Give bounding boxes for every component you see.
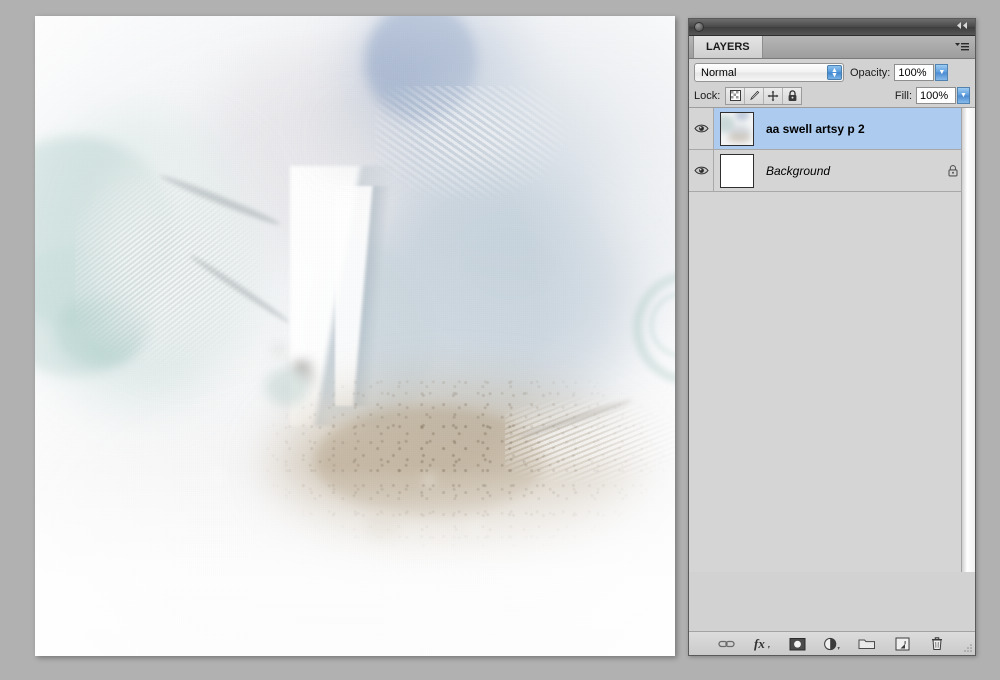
lock-transparent-pixels-button[interactable] [726,87,746,104]
padlock-icon [788,89,797,101]
trash-icon [932,637,942,650]
blend-mode-stepper-icon[interactable]: ▲ ▼ [827,65,842,80]
layer-name[interactable]: aa swell artsy p 2 [766,122,865,136]
lock-button-group [725,86,803,105]
blend-mode-value: Normal [701,66,737,79]
layers-bottom-toolbar: fx [689,631,975,655]
new-layer-button[interactable] [893,635,911,653]
blend-mode-row: Normal ▲ ▼ Opacity: 100% ▼ [689,59,975,84]
svg-text:fx: fx [754,636,765,651]
eye-icon [693,124,709,133]
padlock-icon [948,164,958,176]
new-group-button[interactable] [858,635,876,653]
half-circle-icon [824,637,840,650]
fx-icon: fx [754,636,770,651]
panel-menu-icon[interactable] [954,41,970,53]
layers-scrollbar[interactable] [961,108,975,572]
document-window[interactable] [35,16,675,656]
lock-label: Lock: [694,89,721,102]
delete-layer-button[interactable] [928,635,946,653]
fill-label: Fill: [894,89,912,102]
collapse-panel-icon[interactable] [955,21,969,30]
layers-list[interactable]: aa swell artsy p 2 Background [689,108,975,572]
fill-input[interactable]: 100% [916,87,956,104]
panel-menu-glyph [955,43,969,51]
opacity-label: Opacity: [850,66,891,79]
add-layer-mask-button[interactable] [788,635,806,653]
double-chevron-left-icon [957,22,967,29]
folder-icon [858,639,875,649]
blend-mode-select[interactable]: Normal ▲ ▼ [694,63,844,82]
link-icon [718,640,735,647]
mask-icon [789,637,805,650]
eye-icon [693,166,709,175]
white-thumbnail[interactable] [720,153,754,188]
panel-titlebar[interactable] [689,19,975,36]
document-canvas[interactable] [35,16,675,656]
tab-layers-label: LAYERS [706,41,750,53]
table-row[interactable]: aa swell artsy p 2 [689,108,975,150]
lock-position-button[interactable] [764,87,784,104]
lock-image-pixels-button[interactable] [745,87,765,104]
move-icon [767,90,779,101]
close-dot-icon[interactable] [694,22,704,32]
resize-grip-glyph [964,644,972,652]
layer-name[interactable]: Background [766,164,830,178]
lock-row: Lock: Fill: 100% ▼ [689,84,975,108]
app-root: LAYERS Normal ▲ ▼ Opacity: 100% ▼ Lock: … [0,0,1000,680]
opacity-dropdown-arrow[interactable]: ▼ [935,64,949,81]
table-row[interactable]: Background [689,150,975,192]
lock-all-button[interactable] [783,87,802,104]
layer-visibility-toggle[interactable] [689,150,714,191]
opacity-input[interactable]: 100% [894,64,935,81]
checkerboard-icon [729,90,741,101]
layers-panel[interactable]: LAYERS Normal ▲ ▼ Opacity: 100% ▼ Lock: … [688,18,976,656]
brush-icon [750,90,760,100]
layer-style-button[interactable]: fx [753,635,771,653]
layer-visibility-toggle[interactable] [689,108,714,149]
tab-layers[interactable]: LAYERS [693,36,763,58]
resize-grip-icon[interactable] [963,643,973,653]
layer-locked-icon [947,164,959,177]
link-layers-button[interactable] [718,635,736,653]
fill-dropdown-arrow[interactable]: ▼ [957,87,970,104]
artwork-thumbnail[interactable] [720,111,754,146]
new-layer-icon [895,637,909,650]
new-adjustment-layer-button[interactable] [823,635,841,653]
panel-tab-row[interactable]: LAYERS [689,36,975,59]
